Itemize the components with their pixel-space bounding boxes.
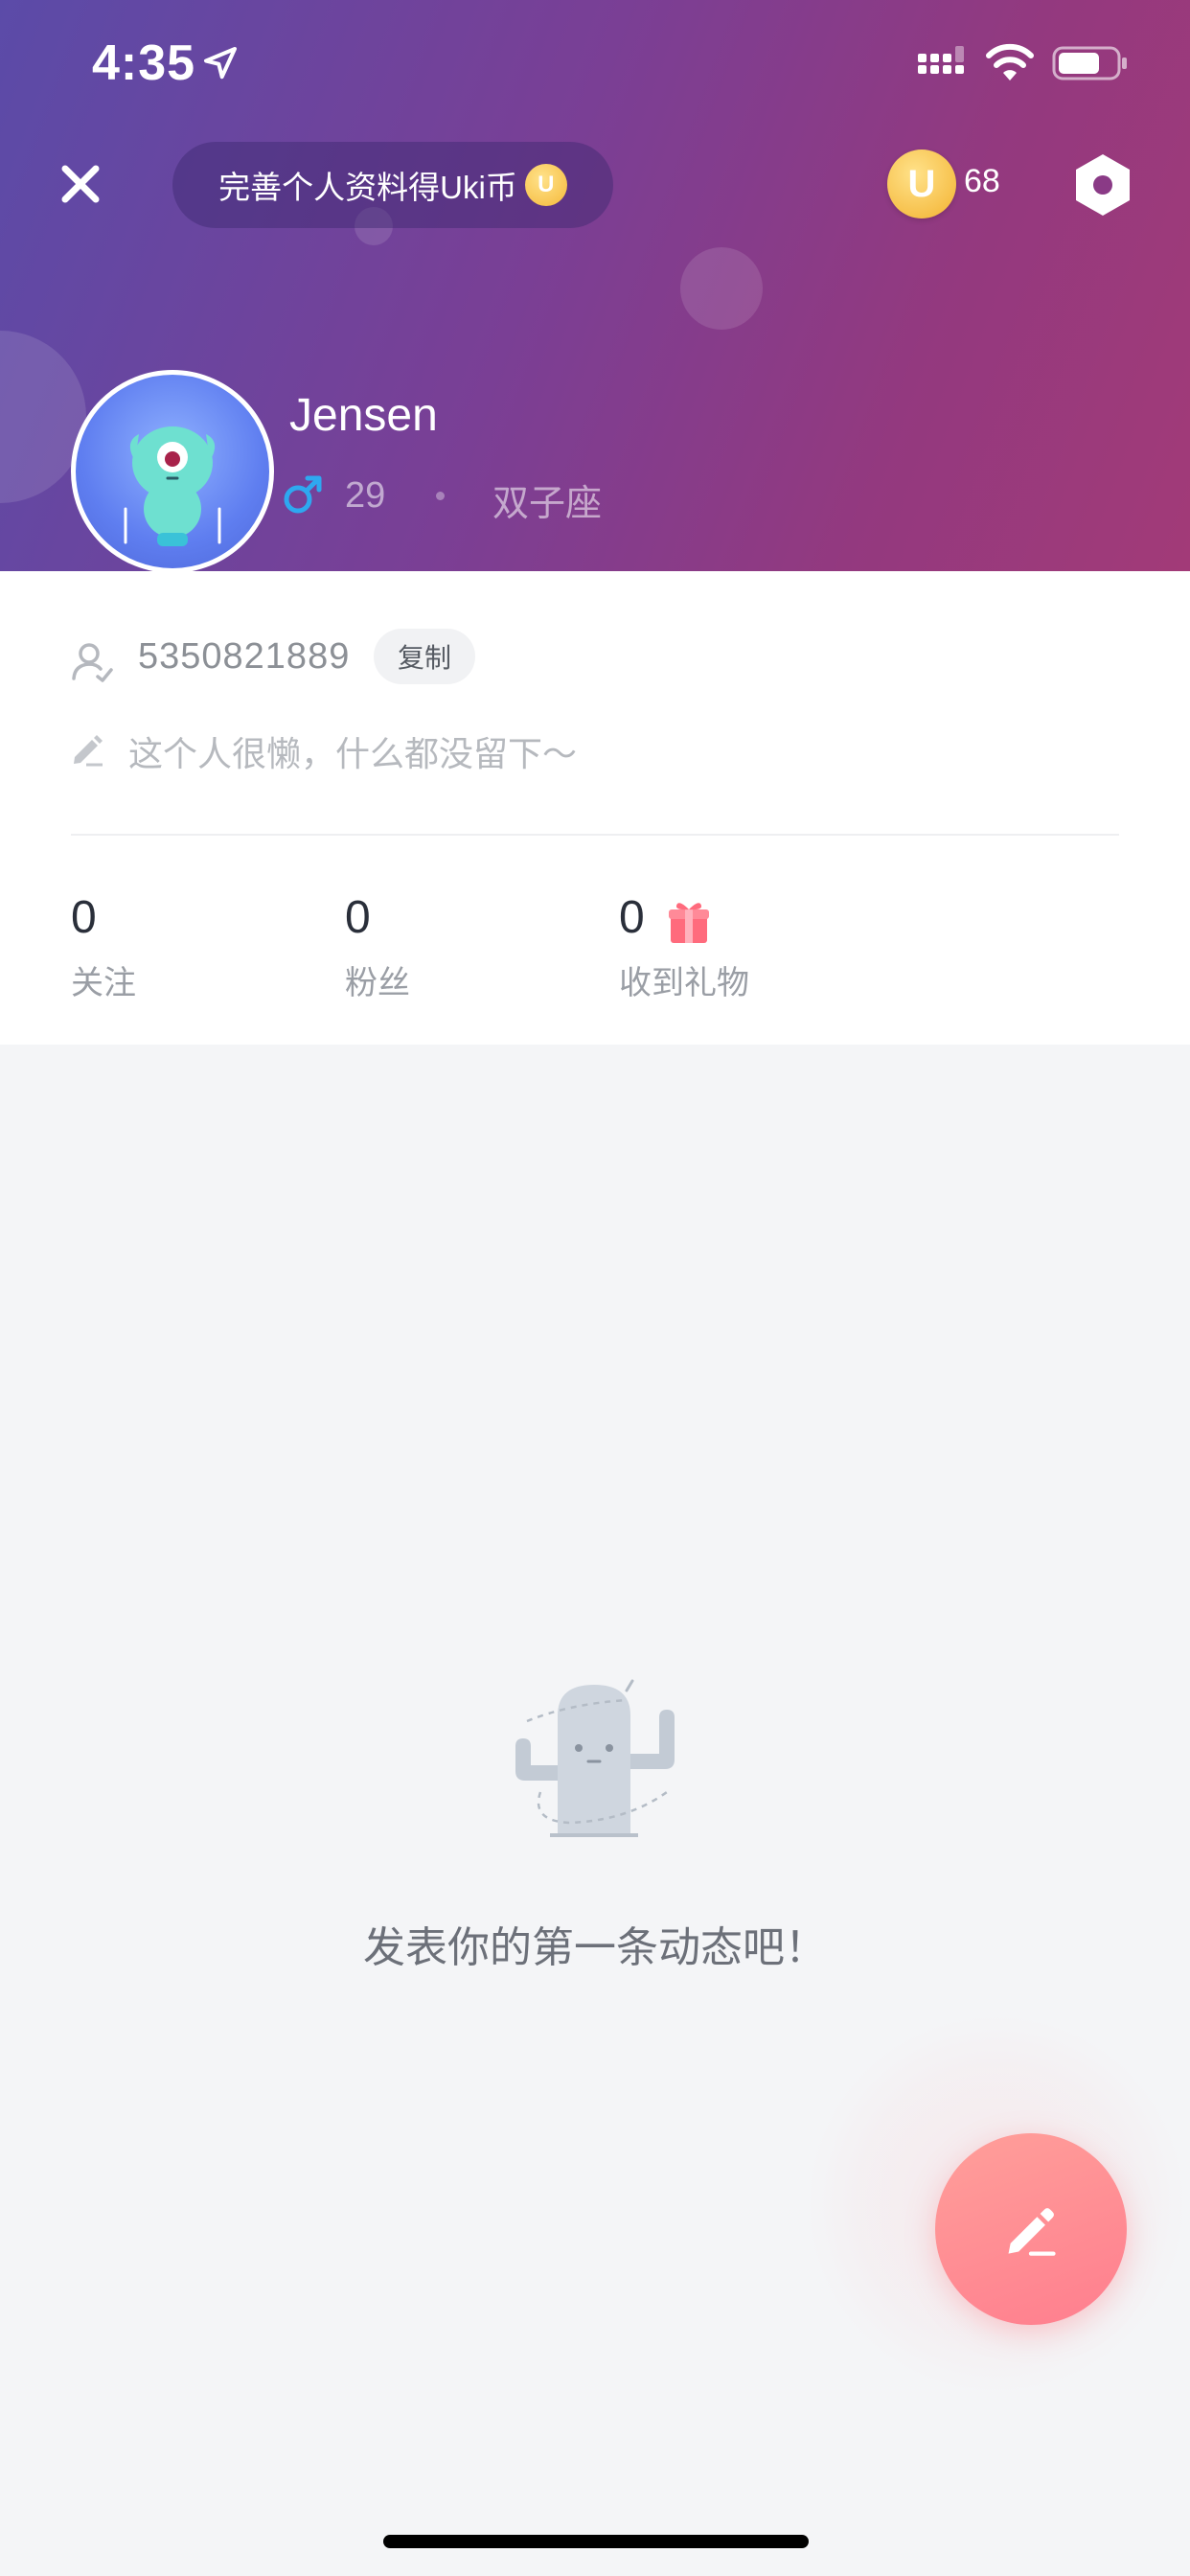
avatar[interactable] xyxy=(71,370,274,571)
close-button[interactable] xyxy=(50,153,111,215)
male-icon xyxy=(284,475,322,514)
user-id: 5350821889 xyxy=(138,636,351,677)
stat-following-label[interactable]: 关注 xyxy=(71,956,136,1003)
user-id-icon xyxy=(72,643,113,682)
decor-bubble xyxy=(680,247,763,330)
battery-icon xyxy=(1052,46,1127,80)
bio-placeholder[interactable]: 这个人很懒，什么都没留下～ xyxy=(128,726,577,776)
promo-text: 完善个人资料得Uki币 xyxy=(218,170,517,205)
cactus-illustration xyxy=(515,1679,675,1837)
status-bar: 4:35 xyxy=(0,0,1190,126)
age: 29 xyxy=(345,475,386,516)
stat-gifts-label[interactable]: 收到礼物 xyxy=(619,956,749,1003)
compose-post-button[interactable] xyxy=(935,2133,1127,2325)
empty-state-message: 发表你的第一条动态吧！ xyxy=(363,1924,827,1971)
username: Jensen xyxy=(289,390,438,441)
stat-following-count[interactable]: 0 xyxy=(71,891,97,944)
home-indicator xyxy=(383,2535,809,2548)
profile-header: 4:35 完善个人资料得Uki币 U U 68 Jensen 29 双子座 xyxy=(0,0,1190,571)
monster-avatar-icon xyxy=(124,426,221,546)
complete-profile-pill[interactable]: 完善个人资料得Uki币 U xyxy=(172,142,613,228)
divider xyxy=(71,834,1119,836)
compose-icon xyxy=(1008,2208,1056,2256)
zodiac: 双子座 xyxy=(492,484,603,524)
settings-icon[interactable] xyxy=(1071,151,1134,218)
stat-fans-count[interactable]: 0 xyxy=(345,891,371,944)
status-time: 4:35 xyxy=(92,35,196,91)
coin-icon: U xyxy=(524,164,567,206)
separator-dot xyxy=(436,492,445,500)
gift-icon xyxy=(669,903,709,943)
copy-id-button[interactable]: 复制 xyxy=(374,629,475,684)
location-arrow-icon xyxy=(204,47,237,80)
signal-icon xyxy=(918,46,964,74)
coin-balance[interactable]: 68 xyxy=(964,163,1000,200)
coin-icon[interactable]: U xyxy=(887,150,956,218)
pencil-icon xyxy=(74,735,103,767)
stat-gifts-count[interactable]: 0 xyxy=(619,891,645,944)
stat-fans-label[interactable]: 粉丝 xyxy=(345,956,410,1003)
wifi-icon xyxy=(986,43,1034,80)
